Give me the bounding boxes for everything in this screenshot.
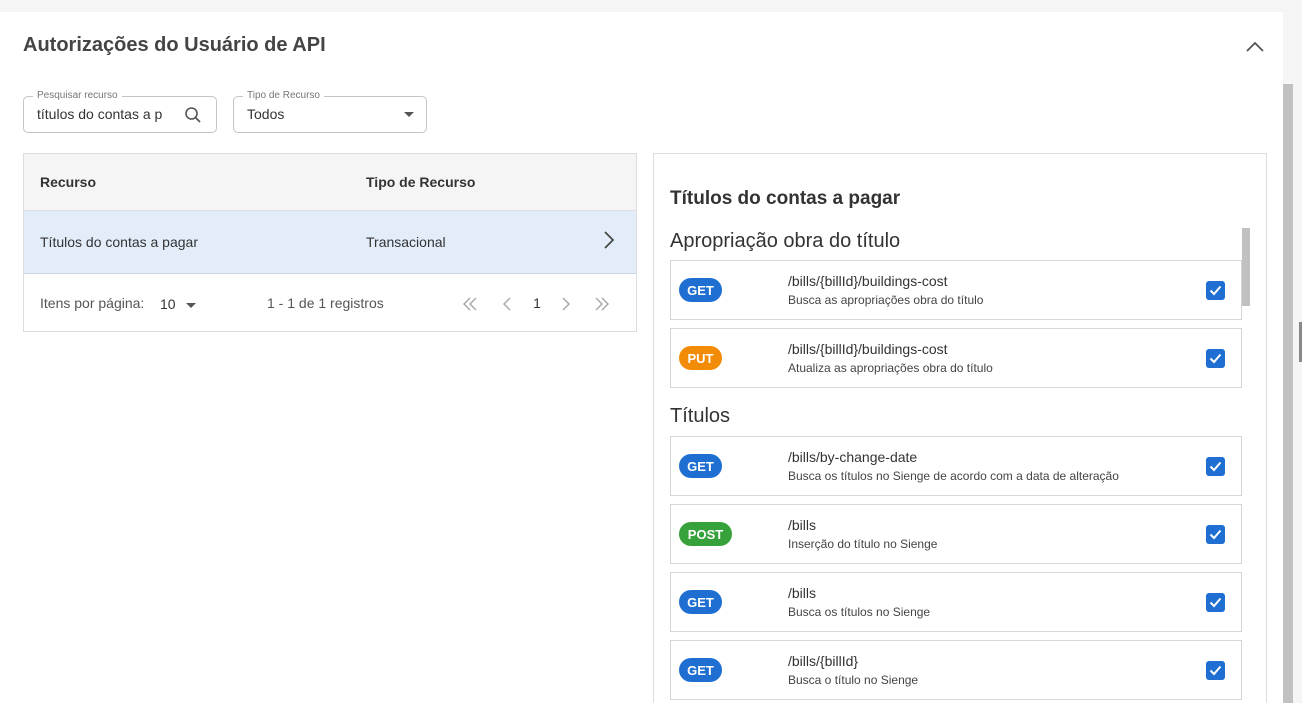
method-badge: POST	[679, 522, 732, 546]
resource-type-label: Tipo de Recurso	[243, 89, 324, 103]
endpoint-checkbox[interactable]	[1206, 281, 1225, 300]
endpoint-description: Busca os títulos no Sienge de acordo com…	[788, 469, 1119, 483]
items-per-page-value: 10	[160, 296, 176, 312]
chevron-right-icon[interactable]	[602, 230, 616, 250]
endpoint-description: Busca as apropriações obra do título	[788, 293, 984, 307]
panel-title: Autorizações do Usuário de API	[23, 34, 326, 56]
endpoint-description: Atualiza as apropriações obra do título	[788, 361, 993, 375]
endpoint-checkbox[interactable]	[1206, 525, 1225, 544]
endpoint-item: POST /bills Inserção do título no Sienge	[670, 504, 1242, 564]
dropdown-arrow-icon	[404, 112, 414, 117]
pagination: Itens por página: 10 1 - 1 de 1 registro…	[24, 275, 636, 331]
endpoint-path: /bills	[788, 517, 817, 533]
endpoint-item: GET /bills/by-change-date Busca os títul…	[670, 436, 1242, 496]
dropdown-arrow-icon	[186, 303, 196, 308]
table-row[interactable]: Títulos do contas a pagar Transacional	[24, 211, 636, 274]
endpoint-description: Inserção do título no Sienge	[788, 537, 938, 551]
group-title: Apropriação obra do título	[670, 230, 901, 252]
endpoint-checkbox[interactable]	[1206, 661, 1225, 680]
endpoint-path: /bills	[788, 585, 817, 601]
endpoint-checkbox[interactable]	[1206, 457, 1225, 476]
endpoint-item: GET /bills/{billId}/buildings-cost Busca…	[670, 260, 1242, 320]
search-field[interactable]: Pesquisar recurso títulos do contas a p	[23, 89, 217, 133]
items-per-page-select[interactable]: 10	[160, 294, 200, 316]
column-header-type: Tipo de Recurso	[366, 174, 476, 190]
last-page-button[interactable]	[591, 293, 613, 315]
endpoint-item: GET /bills Busca os títulos no Sienge	[670, 572, 1242, 632]
checkmark-icon	[1209, 597, 1222, 608]
endpoint-path: /bills/{billId}/buildings-cost	[788, 341, 948, 357]
chevron-up-icon	[1246, 41, 1264, 52]
checkmark-icon	[1209, 353, 1222, 364]
previous-page-button[interactable]	[496, 293, 518, 315]
checkmark-icon	[1209, 285, 1222, 296]
column-header-resource: Recurso	[40, 174, 97, 190]
next-page-button[interactable]	[555, 293, 577, 315]
endpoint-checkbox[interactable]	[1206, 349, 1225, 368]
checkmark-icon	[1209, 665, 1222, 676]
page-scrollbar[interactable]	[1283, 84, 1293, 703]
endpoint-description: Busca os títulos no Sienge	[788, 605, 931, 619]
endpoint-path: /bills/{billId}	[788, 653, 859, 669]
detail-title: Títulos do contas a pagar	[670, 188, 901, 209]
method-badge: GET	[679, 590, 722, 614]
endpoint-checkbox[interactable]	[1206, 593, 1225, 612]
checkmark-icon	[1209, 461, 1222, 472]
detail-scrollbar[interactable]	[1242, 228, 1250, 306]
double-chevron-right-icon	[595, 297, 610, 311]
chevron-left-icon	[502, 297, 511, 311]
endpoint-item: GET /bills/{billId} Busca o título no Si…	[670, 640, 1242, 700]
resource-detail-panel: Títulos do contas a pagar Apropriação ob…	[653, 153, 1267, 703]
endpoint-item: PUT /bills/{billId}/buildings-cost Atual…	[670, 328, 1242, 388]
page-range: 1 - 1 de 1 registros	[267, 295, 384, 311]
search-input[interactable]: títulos do contas a p	[37, 106, 177, 122]
search-icon[interactable]	[184, 106, 202, 124]
row-resource: Títulos do contas a pagar	[40, 234, 198, 250]
method-badge: GET	[679, 278, 722, 302]
current-page: 1	[533, 295, 541, 311]
checkmark-icon	[1209, 529, 1222, 540]
method-badge: GET	[679, 454, 722, 478]
chevron-right-icon	[562, 297, 571, 311]
endpoint-path: /bills/by-change-date	[788, 449, 918, 465]
collapse-button[interactable]	[1240, 34, 1270, 60]
endpoint-description: Busca o título no Sienge	[788, 673, 919, 687]
double-chevron-left-icon	[462, 297, 477, 311]
method-badge: PUT	[679, 346, 722, 370]
resources-table: Recurso Tipo de Recurso Títulos do conta…	[23, 153, 637, 332]
table-header: Recurso Tipo de Recurso	[24, 154, 636, 211]
row-type: Transacional	[366, 234, 446, 250]
search-field-label: Pesquisar recurso	[33, 89, 122, 103]
endpoint-path: /bills/{billId}/buildings-cost	[788, 273, 948, 289]
first-page-button[interactable]	[459, 293, 481, 315]
resource-type-value: Todos	[247, 106, 285, 122]
resource-type-select[interactable]: Tipo de Recurso Todos	[233, 89, 427, 133]
items-per-page-label: Itens por página:	[40, 295, 145, 311]
method-badge: GET	[679, 658, 722, 682]
group-title: Títulos	[670, 405, 731, 427]
